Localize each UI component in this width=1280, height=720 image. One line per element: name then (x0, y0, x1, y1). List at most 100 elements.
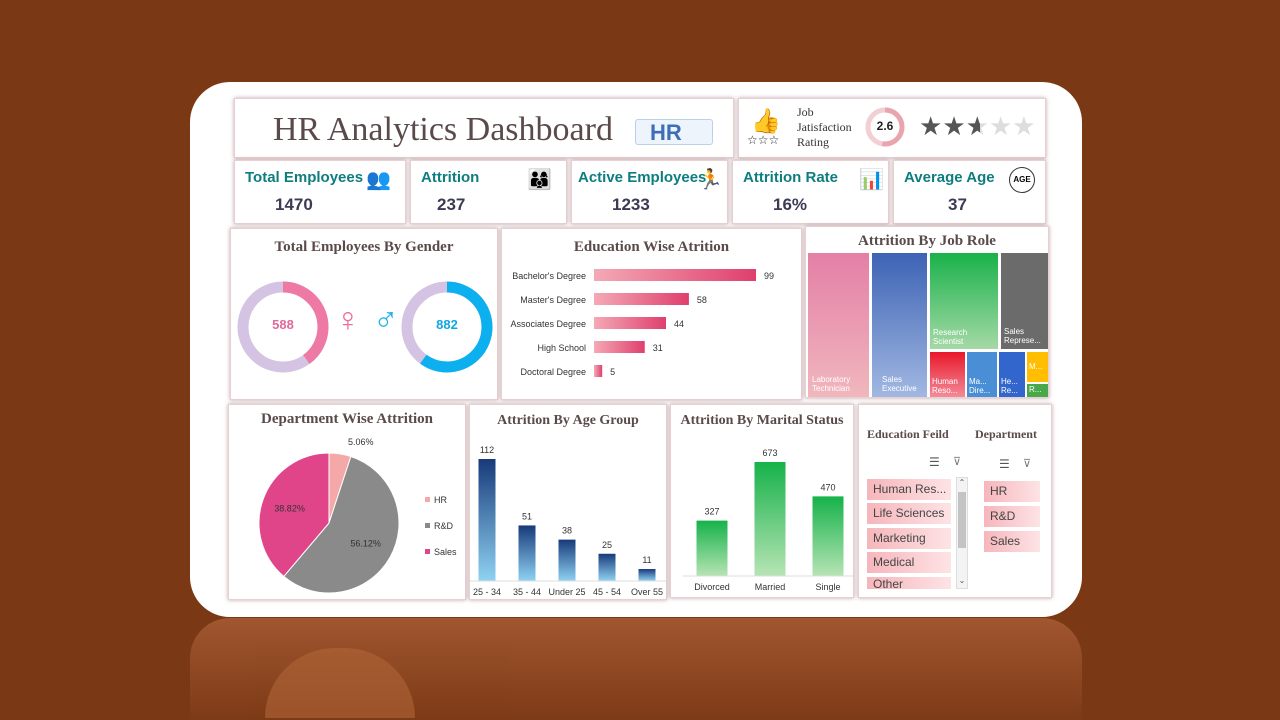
reflection-shape (265, 648, 415, 718)
marital-panel: Attrition By Marital Status 327 Divorced 6… (670, 404, 855, 598)
slicer-panel: Education Feild Department ☰ ⊽ ☰ ⊽ Human… (858, 404, 1052, 598)
presentation-board-icon: 📊 (859, 169, 884, 191)
kpi-value: 37 (948, 195, 967, 214)
education-slicer-item[interactable]: Marketing (867, 528, 951, 549)
clear-filter-icon[interactable]: ⊽ (953, 455, 961, 468)
education-data-label: 31 (653, 343, 663, 353)
panel-title: Education Wise Atrition (573, 239, 730, 255)
education-category-label: Associates Degree (510, 319, 586, 329)
panel-title: Total Employees By Gender (274, 239, 454, 255)
kpi-label: Attrition Rate (743, 169, 838, 186)
male-icon: ♂ (373, 301, 399, 339)
satisfaction-label: Job Jatisfaction Rating (797, 105, 852, 149)
x-tick-label: Under 25 (548, 587, 585, 597)
legend-label: Sales (434, 547, 457, 557)
department-panel: Department Wise Attrition 5.06% 56.12% 38.… (228, 404, 466, 600)
department-slicer-item[interactable]: Sales (984, 531, 1040, 552)
kpi-attrition: Attrition 237 👨‍👩‍👦 (410, 160, 567, 224)
kpi-attrition-rate: Attrition Rate 16% 📊 (732, 160, 889, 224)
pie-data-label: 5.06% (348, 437, 374, 447)
male-count: 882 (436, 317, 458, 332)
age-group-panel: Attrition By Age Group 112 25 - 34 51 35 - … (469, 404, 667, 600)
treemap-tile-m[interactable]: M... (1027, 352, 1048, 382)
multi-select-icon[interactable]: ☰ (999, 457, 1010, 471)
treemap-tile-healthcare[interactable]: He... Re... (999, 352, 1025, 397)
legend-swatch (425, 523, 430, 528)
education-slicer-item[interactable]: Other (867, 577, 951, 589)
scroll-thumb[interactable] (958, 492, 966, 548)
kpi-total-employees: Total Employees 1470 👥 (234, 160, 406, 224)
treemap-tile-manager[interactable]: Ma... Dire... (967, 352, 997, 397)
bar-data-label: 673 (762, 448, 777, 458)
legend-label: R&D (434, 521, 454, 531)
clear-filter-icon[interactable]: ⊽ (1023, 457, 1031, 470)
education-bar (594, 365, 603, 377)
pie-data-label: 56.12% (350, 539, 381, 549)
gender-panel: Total Employees By Gender 588 ♀ ♂ 882 (230, 228, 498, 400)
kpi-value: 1233 (612, 195, 650, 214)
star-icon: ★ (919, 111, 943, 141)
x-tick-label: Married (755, 582, 786, 592)
people-group-icon: 👥 (366, 169, 391, 191)
running-person-icon: 🏃 (698, 169, 723, 191)
female-icon: ♀ (335, 301, 361, 339)
scroll-up-icon[interactable]: ⌃ (957, 478, 967, 490)
treemap-tile-r[interactable]: R... (1027, 384, 1048, 397)
education-panel: Education Wise Atrition Bachelor's Degre… (501, 228, 802, 400)
age-icon: AGE (1009, 167, 1035, 193)
treemap-tile-research[interactable]: Research Scientist (930, 253, 998, 349)
education-data-label: 5 (610, 367, 615, 377)
kpi-label: Attrition (421, 169, 480, 186)
panel-title: Attrition By Job Role (858, 233, 996, 249)
bar (754, 462, 786, 576)
satisfaction-value: 2.6 (876, 119, 894, 133)
kpi-label: Total Employees (245, 169, 364, 186)
bar (812, 496, 844, 576)
bar (478, 459, 496, 581)
education-data-label: 99 (764, 271, 774, 281)
education-data-label: 44 (674, 319, 684, 329)
kpi-label: Average Age (904, 169, 995, 186)
dashboard-frame: HR Analytics Dashboard HR 👍 ☆☆☆ Job Jati… (190, 82, 1082, 617)
education-scrollbar[interactable]: ⌃ ⌄ (956, 477, 968, 589)
department-slicer-item[interactable]: R&D (984, 506, 1040, 527)
people-leaving-icon: 👨‍👩‍👦 (527, 169, 552, 191)
star-empty-icon: ★ (1012, 111, 1036, 141)
multi-select-icon[interactable]: ☰ (929, 455, 940, 469)
treemap-tile-laboratory[interactable]: Laboratory Technician (808, 253, 869, 397)
bar-data-label: 327 (704, 507, 719, 517)
education-slicer-item[interactable]: Medical (867, 552, 951, 573)
bar (558, 539, 576, 581)
department-slicer-item[interactable]: HR (984, 481, 1040, 502)
education-bar (594, 317, 666, 329)
half-star-icon: ★ (965, 111, 989, 141)
treemap-tile-human-res[interactable]: Human Reso... (930, 352, 965, 397)
education-slicer-item[interactable]: Human Res... (867, 479, 951, 500)
hr-logo-icon: HR (635, 119, 713, 145)
scroll-down-icon[interactable]: ⌄ (957, 576, 967, 588)
bar (696, 520, 728, 576)
education-slicer-item[interactable]: Life Sciences (867, 503, 951, 524)
department-slicer-title: Department (975, 427, 1037, 441)
job-role-panel: Attrition By Job Role Laboratory Technic… (805, 226, 1049, 398)
bar-data-label: 38 (562, 526, 572, 536)
age-group-chart: 112 25 - 34 51 35 - 44 38 Under 25 25 45 - 54 11… (470, 445, 667, 597)
department-chart: 5.06% 56.12% 38.82% HR R&D Sales (258, 437, 457, 594)
satisfaction-card: 👍 ☆☆☆ Job Jatisfaction Rating 2.6 ★★★★★ (738, 98, 1046, 158)
kpi-average-age: Average Age 37 AGE (893, 160, 1046, 224)
star-empty-icon: ★ (988, 111, 1013, 141)
legend-swatch (425, 497, 430, 502)
panel-title: Attrition By Age Group (497, 413, 639, 428)
treemap-tile-sales-rep[interactable]: Sales Represe... (1001, 253, 1048, 349)
x-tick-label: Over 55 (631, 587, 663, 597)
x-tick-label: 35 - 44 (513, 587, 541, 597)
treemap-tile-sales-exec[interactable]: Sales Executive (872, 253, 927, 397)
treemap: Laboratory Technician Sales Executive Re… (808, 253, 1048, 397)
legend-swatch (425, 549, 430, 554)
bar-data-label: 112 (480, 445, 494, 455)
education-bar (594, 269, 756, 281)
thumbs-up-icon: 👍 (751, 108, 781, 135)
marital-chart: 327 Divorced 673 Married 470 Single (683, 448, 855, 592)
education-category-label: Master's Degree (520, 295, 586, 305)
bar-data-label: 470 (820, 482, 835, 492)
